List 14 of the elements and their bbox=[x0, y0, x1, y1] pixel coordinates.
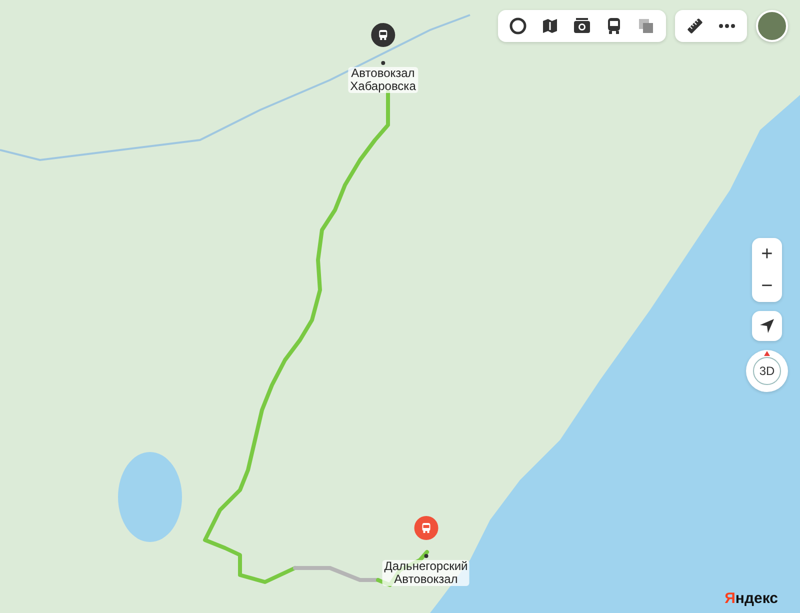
location-dot bbox=[424, 554, 428, 558]
zoom-button[interactable]: + bbox=[752, 238, 782, 270]
logo: Яндекс bbox=[724, 590, 778, 607]
marker-label: Автовокзал Хабаровска bbox=[348, 67, 418, 93]
navigation-arrow-icon bbox=[759, 318, 775, 334]
location-dot bbox=[381, 61, 385, 65]
bus-icon bbox=[420, 522, 432, 534]
zoom-button[interactable]: − bbox=[752, 270, 782, 302]
user-avatar[interactable] bbox=[756, 10, 788, 42]
location-button[interactable] bbox=[752, 311, 782, 341]
3d-button[interactable]: 3D bbox=[753, 357, 781, 385]
bus-stop-pin[interactable] bbox=[371, 23, 395, 47]
bus-icon bbox=[377, 29, 389, 41]
marker-label: Дальнегорский Автовокзал bbox=[382, 560, 470, 586]
